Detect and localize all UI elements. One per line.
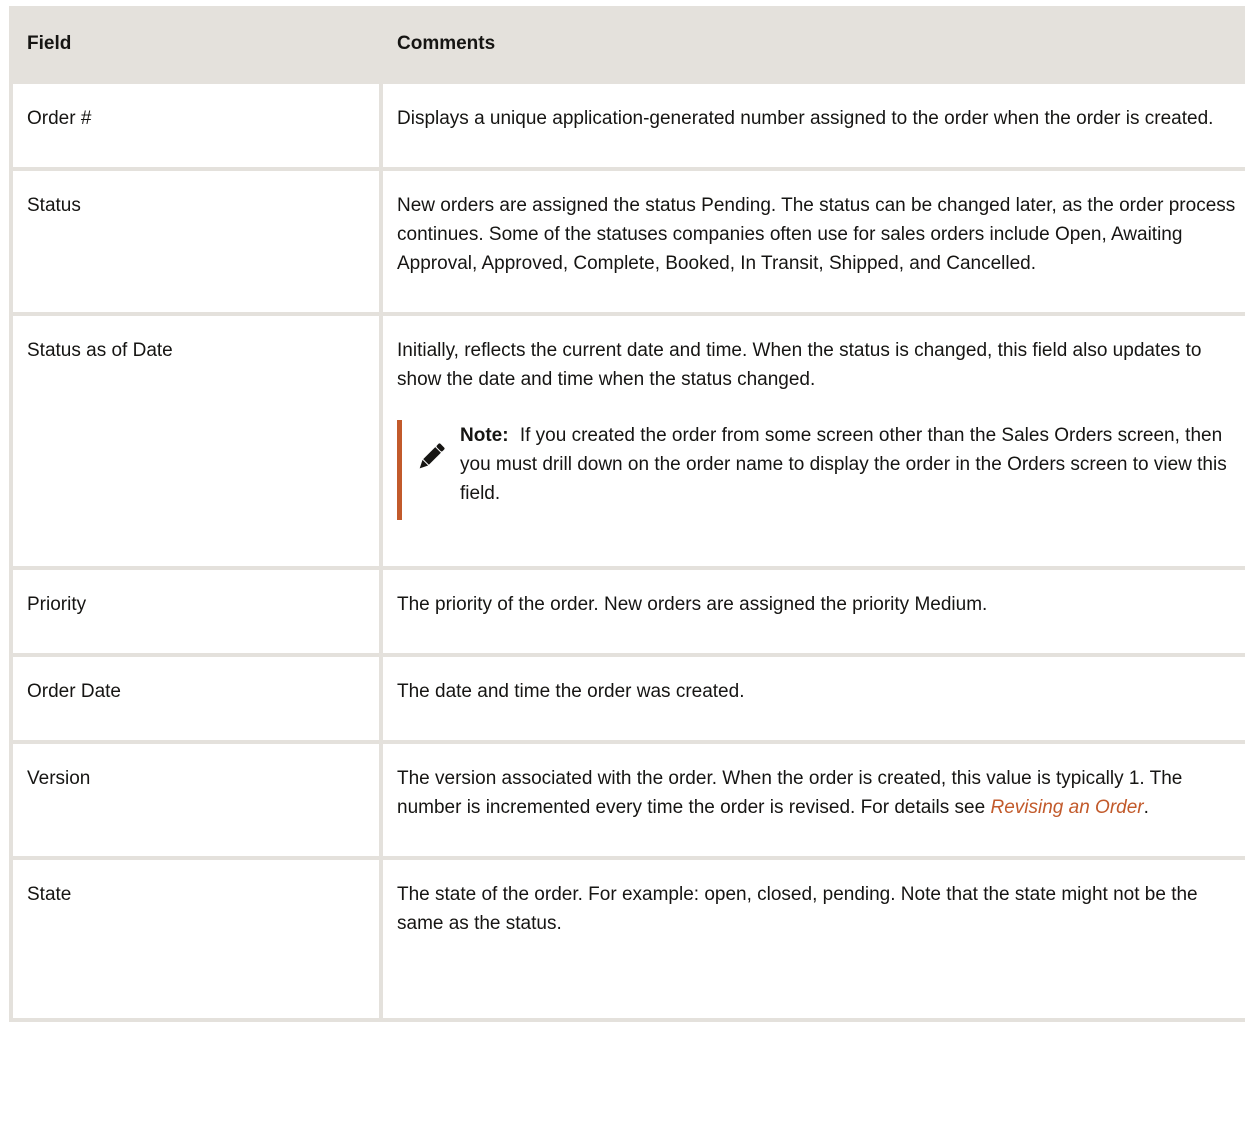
table-header-row: Field Comments: [9, 6, 1245, 84]
field-name: Order #: [9, 82, 383, 171]
field-comment-cell: Initially, reflects the current date and…: [379, 314, 1245, 570]
note-box: Note: If you created the order from some…: [397, 420, 1243, 520]
field-name: Order Date: [9, 655, 383, 744]
field-comment: Initially, reflects the current date and…: [397, 340, 1202, 390]
field-name: Priority: [9, 568, 383, 657]
field-comment: The date and time the order was created.: [379, 655, 1245, 744]
note-label: Note:: [460, 425, 509, 446]
table-row: State The state of the order. For exampl…: [9, 858, 1245, 1022]
table-row: Order Date The date and time the order w…: [9, 655, 1245, 744]
note-body: If you created the order from some scree…: [460, 425, 1227, 504]
field-comment: New orders are assigned the status Pendi…: [379, 169, 1245, 316]
field-comment: The priority of the order. New orders ar…: [379, 568, 1245, 657]
comments-column-header: Comments: [379, 6, 1245, 84]
table-row: Order # Displays a unique application-ge…: [9, 82, 1245, 171]
fields-table: Field Comments Order # Displays a unique…: [9, 6, 1245, 1022]
field-column-header: Field: [9, 6, 383, 84]
field-comment-cell: The version associated with the order. W…: [379, 742, 1245, 860]
field-name: Status as of Date: [9, 314, 383, 570]
field-comment: Displays a unique application-generated …: [379, 82, 1245, 171]
table-row: Version The version associated with the …: [9, 742, 1245, 860]
field-name: State: [9, 858, 383, 1022]
table-row: Priority The priority of the order. New …: [9, 568, 1245, 657]
field-comment: The state of the order. For example: ope…: [379, 858, 1245, 1022]
field-name: Version: [9, 742, 383, 860]
table-row: Status New orders are assigned the statu…: [9, 169, 1245, 316]
revising-an-order-link[interactable]: Revising an Order: [990, 797, 1143, 818]
note-text: Note: If you created the order from some…: [460, 420, 1243, 508]
pencil-icon: [402, 420, 460, 472]
table-row: Status as of Date Initially, reflects th…: [9, 314, 1245, 570]
field-comment-end: .: [1143, 797, 1149, 818]
field-name: Status: [9, 169, 383, 316]
